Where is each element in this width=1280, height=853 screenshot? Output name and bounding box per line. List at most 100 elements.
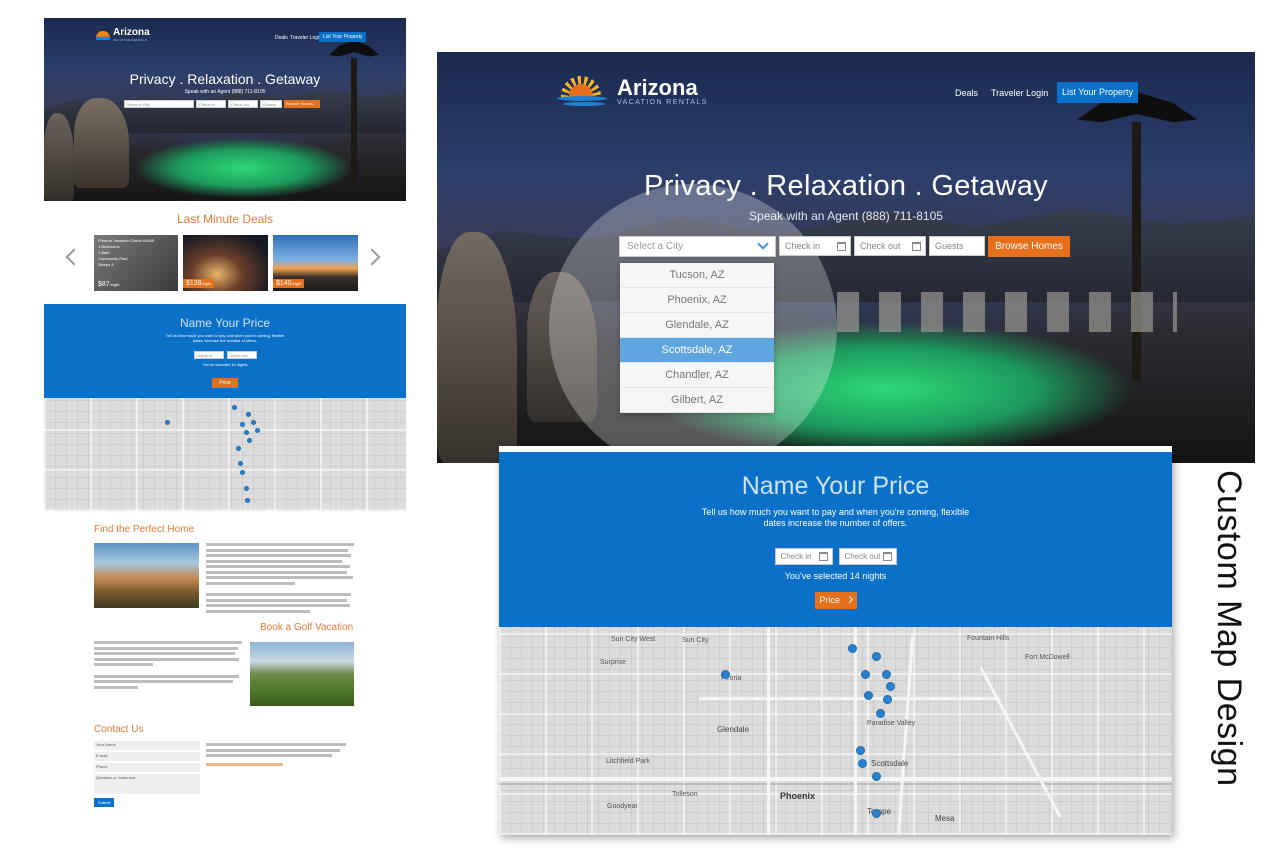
small-guests[interactable]: Guests (260, 100, 282, 108)
nav-deals[interactable]: Deals (955, 88, 978, 98)
map-label: Tolleson (672, 791, 698, 798)
map-pin[interactable] (872, 652, 881, 661)
city-select[interactable]: Select a City (619, 236, 776, 257)
small-browse-button[interactable]: Browse Homes (284, 100, 320, 108)
main-logo[interactable]: Arizona VACATION RENTALS (555, 74, 708, 108)
small-deal-card-1[interactable]: Phoenix Vacation Condo #1085 1 Bedrooms … (94, 235, 178, 291)
nyp-selected-nights: You've selected 14 nights (784, 571, 887, 581)
map-pin[interactable] (721, 670, 730, 679)
small-next-chevron-icon[interactable] (363, 248, 381, 266)
city-option[interactable]: Tucson, AZ (620, 263, 774, 288)
map-pin[interactable] (856, 746, 865, 755)
small-find-photo (94, 543, 199, 608)
map-label: Fountain Hills (967, 635, 1010, 642)
map-pin[interactable] (882, 670, 891, 679)
small-deal-card-3[interactable]: $140/night (273, 235, 358, 291)
full-page-mockup: Arizona VACATION RENTALS Deals Traveler … (44, 18, 406, 818)
small-map[interactable] (44, 398, 406, 511)
map-label: Sun City West (611, 636, 656, 643)
small-nyp-price-button[interactable]: Price (212, 378, 238, 388)
browse-homes-button[interactable]: Browse Homes (988, 236, 1070, 257)
sun-logo-icon (555, 74, 609, 108)
contact-email-field[interactable]: E-mail (94, 752, 200, 761)
map-label: Sun City (682, 637, 709, 644)
chevron-down-icon (757, 238, 769, 250)
nav-traveler-login[interactable]: Traveler Login (991, 88, 1048, 98)
guests-placeholder: Guests (935, 241, 964, 251)
map-pin[interactable] (861, 670, 870, 679)
map-pin[interactable] (872, 772, 881, 781)
map-pin[interactable] (872, 809, 881, 818)
deal1-line: Sleeps 4 (98, 262, 114, 267)
nyp-line2: dates increase the number of offers. (763, 518, 908, 528)
calendar-icon (882, 552, 892, 561)
deal1-per: /night (109, 282, 120, 287)
nyp-price-label: Price (819, 595, 840, 605)
small-golf-title: Book a Golf Vacation (260, 622, 354, 633)
nyp-title: Name Your Price (741, 472, 930, 500)
deal3-per: /night (291, 281, 302, 286)
map-pin[interactable] (883, 695, 892, 704)
checkout-input[interactable]: Check out (854, 236, 926, 256)
small-find-text (206, 543, 354, 615)
nyp-checkout-input[interactable]: Check out (838, 548, 897, 565)
map-label: Paradise Valley (867, 720, 916, 727)
small-nav-login[interactable]: Traveler Login (290, 35, 322, 41)
small-checkout[interactable]: Check out (228, 100, 258, 108)
deal3-price: $140 (276, 280, 292, 287)
small-nav-list[interactable]: List Your Property (319, 32, 367, 42)
contact-comment-field[interactable]: Question or Comment (94, 774, 200, 794)
custom-map[interactable]: Sun City West Sun City Surprise Peoria G… (499, 627, 1172, 835)
nyp-panel: Name Your Price Tell us how much you wan… (499, 446, 1172, 835)
main-hero: Arizona VACATION RENTALS Deals Traveler … (437, 52, 1255, 463)
small-logo[interactable]: Arizona VACATION RENTALS (96, 28, 150, 42)
small-contact-text (206, 743, 346, 768)
map-pin[interactable] (858, 759, 867, 768)
checkin-input[interactable]: Check in (779, 236, 851, 256)
side-caption: Custom Map Design (1210, 470, 1248, 787)
map-pin[interactable] (864, 691, 873, 700)
nyp-checkin-placeholder: Check in (780, 552, 812, 561)
small-deals-title: Last Minute Deals (176, 212, 274, 226)
sun-logo-icon (96, 30, 110, 40)
map-label: Surprise (600, 659, 627, 666)
small-contact-title: Contact Us (94, 724, 144, 735)
city-option[interactable]: Glendale, AZ (620, 313, 774, 338)
map-pin[interactable] (848, 644, 857, 653)
nyp-price-button[interactable]: Price (814, 592, 857, 609)
small-phone: Speak with an Agent (888) 711-8105 (184, 89, 266, 95)
small-nav-deals[interactable]: Deals (275, 35, 288, 41)
nav-list-property-button[interactable]: List Your Property (1057, 82, 1138, 103)
nyp-line1: Tell us how much you want to pay and whe… (701, 507, 970, 517)
map-label: Phoenix (780, 791, 816, 801)
checkin-placeholder: Check in (785, 241, 821, 251)
deal2-per: /night (201, 281, 212, 286)
city-option[interactable]: Phoenix, AZ (620, 288, 774, 313)
map-pin[interactable] (876, 709, 885, 718)
city-option-selected[interactable]: Scottsdale, AZ (620, 338, 774, 363)
contact-name-field[interactable]: Your Name (94, 741, 200, 750)
contact-phone-field[interactable]: Phone (94, 763, 200, 772)
small-nyp-checkout[interactable]: Check out (226, 351, 257, 359)
contact-submit-button[interactable]: Submit (94, 798, 115, 807)
nyp-checkin-input[interactable]: Check in (774, 548, 833, 565)
small-deal-card-2[interactable]: $138/night (183, 235, 268, 291)
city-dropdown-list: Tucson, AZ Phoenix, AZ Glendale, AZ Scot… (620, 263, 774, 413)
city-option[interactable]: Chandler, AZ (620, 363, 774, 388)
small-prev-chevron-icon[interactable] (65, 248, 83, 266)
map-label: Mesa (935, 814, 955, 823)
main-phone: Speak with an Agent (888) 711-8105 (749, 209, 943, 223)
small-nyp-section: Name Your Price Tell us how much you wan… (44, 304, 406, 398)
small-golf-text (94, 641, 242, 691)
map-pin[interactable] (886, 682, 895, 691)
guests-input[interactable]: Guests (929, 236, 985, 256)
city-option[interactable]: Gilbert, AZ (620, 388, 774, 413)
nyp-checkout-placeholder: Check out (844, 552, 881, 561)
calendar-icon (818, 552, 828, 561)
small-contact-form: Your Name E-mail Phone Question or Comme… (94, 741, 200, 807)
small-golf-photo (250, 642, 354, 706)
small-checkin[interactable]: Check in (196, 100, 226, 108)
small-city-select[interactable]: Select a City (124, 100, 194, 108)
small-nyp-checkin[interactable]: Check in (193, 351, 224, 359)
small-brand: Arizona (113, 27, 150, 38)
